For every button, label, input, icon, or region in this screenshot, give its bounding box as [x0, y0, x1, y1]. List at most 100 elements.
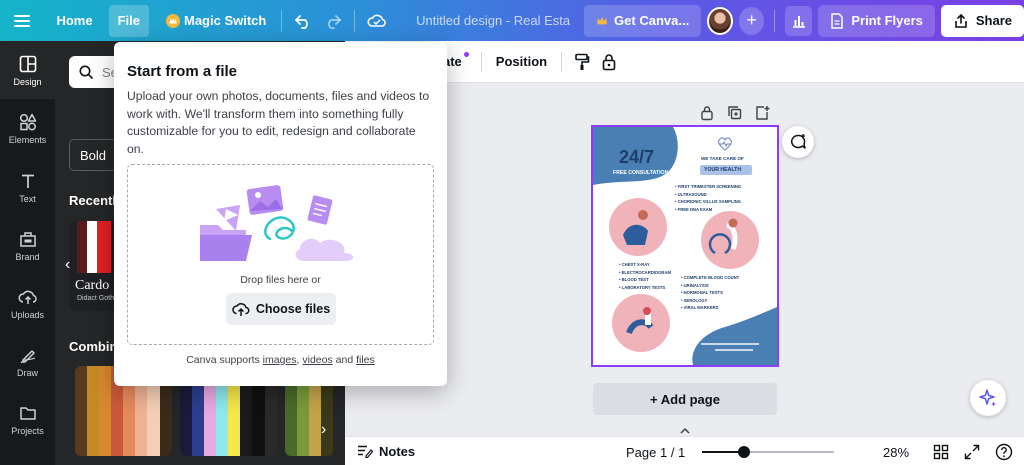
- list-item: • ULTRASOUND: [675, 191, 707, 197]
- files-link[interactable]: files: [356, 354, 375, 366]
- get-canva-pro-button[interactable]: Get Canva...: [584, 4, 702, 37]
- list-item: • CHORIONIC VILLUS SAMPLING: [675, 199, 741, 205]
- list-item: • BLOOD TEST: [619, 277, 649, 283]
- notes-label: Notes: [379, 443, 416, 459]
- choose-files-button[interactable]: Choose files: [226, 293, 336, 325]
- avatar[interactable]: [707, 6, 733, 35]
- crown-icon: [597, 16, 607, 24]
- list-item: • LABORATORY TESTS: [619, 284, 666, 290]
- help-icon[interactable]: [995, 443, 1013, 461]
- list-item: • SEROLOGY: [681, 297, 708, 303]
- rail-item-projects[interactable]: Projects: [0, 404, 55, 436]
- lock-icon[interactable]: [602, 53, 616, 71]
- chevron-left-icon[interactable]: ‹: [65, 256, 70, 274]
- separator: and: [332, 354, 357, 366]
- rail-label: Draw: [16, 368, 38, 378]
- zoom-level[interactable]: 28%: [883, 445, 909, 460]
- fullscreen-icon[interactable]: [964, 444, 980, 460]
- share-button[interactable]: Share: [940, 4, 1024, 37]
- notes-button[interactable]: Notes: [357, 444, 415, 459]
- text-icon: [21, 174, 34, 188]
- flyer-contact-line: [715, 349, 753, 351]
- zoom-slider[interactable]: [702, 446, 834, 458]
- rail-item-text[interactable]: Text: [0, 172, 55, 204]
- divider: [774, 9, 776, 32]
- design-icon: [19, 55, 36, 73]
- magic-switch-button[interactable]: Magic Switch: [157, 5, 275, 37]
- lock-icon[interactable]: [700, 105, 714, 121]
- rail-item-elements[interactable]: Elements: [0, 113, 55, 145]
- rail-label: Brand: [15, 252, 40, 262]
- magic-assistant-button[interactable]: [970, 380, 1006, 416]
- document-icon: [831, 12, 844, 29]
- add-comment-button[interactable]: [782, 126, 814, 158]
- divider: [561, 51, 563, 72]
- position-button[interactable]: Position: [496, 54, 547, 69]
- crown-icon: [166, 13, 180, 28]
- main-menu-button[interactable]: [0, 5, 43, 37]
- images-link[interactable]: images: [263, 354, 297, 366]
- font-combo-sub: Didact Goth: [77, 295, 114, 302]
- swatch: [75, 366, 87, 456]
- upload-illustration: [200, 185, 354, 261]
- sparkle-icon: [979, 389, 996, 407]
- rail-item-brand[interactable]: Brand: [0, 230, 55, 262]
- bar-chart-icon: [792, 15, 805, 28]
- swatch: [99, 366, 111, 456]
- folder-icon: [19, 407, 36, 420]
- new-badge-dot: [463, 52, 469, 57]
- file-menu-button[interactable]: File: [108, 4, 149, 37]
- file-dropzone[interactable]: Drop files here or Choose files: [127, 164, 434, 345]
- divider: [354, 9, 356, 32]
- hamburger-icon: [13, 14, 30, 27]
- page-indicator[interactable]: Page 1 / 1: [626, 445, 685, 460]
- duplicate-page-icon[interactable]: [727, 105, 742, 121]
- share-label: Share: [975, 13, 1013, 28]
- flyer-headline: 24/7: [619, 147, 655, 167]
- design-page[interactable]: 24/7 FREE CONSULTATION WE TAKE CARE OF Y…: [591, 125, 779, 367]
- drop-files-text: Drop files here or: [240, 274, 321, 286]
- flyer-list-2: • CHEST X-RAY • ELECTROCARDIOGRAM • BLOO…: [619, 261, 671, 291]
- flyer-contact-line: [701, 343, 759, 345]
- add-collaborator-button[interactable]: +: [738, 6, 765, 35]
- grid-view-icon[interactable]: [933, 444, 949, 460]
- paint-roller-icon[interactable]: [574, 53, 590, 71]
- redo-icon: [328, 14, 342, 29]
- list-item: • FREE DNA EXAM: [675, 206, 713, 212]
- plus-icon: +: [746, 10, 757, 30]
- undo-icon: [295, 14, 309, 29]
- zoom-slider-knob[interactable]: [738, 446, 751, 458]
- font-combo-card[interactable]: Cardo Didact Goth: [69, 221, 117, 311]
- design-title[interactable]: Untitled design - Real Estate ...: [407, 5, 570, 37]
- list-item: • COMPLETE BLOOD COUNT: [681, 275, 740, 280]
- rail-item-uploads[interactable]: Uploads: [0, 288, 55, 320]
- cloud-icon: [367, 14, 386, 27]
- save-status-button[interactable]: [361, 5, 393, 37]
- heart-pulse-icon: [718, 137, 732, 151]
- rail-item-draw[interactable]: Draw: [0, 346, 55, 378]
- undo-button[interactable]: [288, 5, 318, 37]
- top-bar: Home File Magic Switch Untitled design -…: [0, 0, 1024, 41]
- popover-title: Start from a file: [127, 63, 238, 80]
- font-combo-name: Cardo: [75, 278, 110, 293]
- rail-item-design[interactable]: Design: [0, 41, 55, 99]
- print-flyers-button[interactable]: Print Flyers: [818, 4, 935, 37]
- add-page-icon[interactable]: [755, 105, 770, 121]
- videos-link[interactable]: videos: [302, 354, 332, 366]
- choose-files-label: Choose files: [255, 302, 331, 316]
- home-button[interactable]: Home: [47, 5, 101, 37]
- flyer-list-1: • FIRST TRIMESTER SCREENING • ULTRASOUND…: [675, 183, 741, 213]
- style-chip-bold[interactable]: Bold: [69, 139, 117, 171]
- redo-button[interactable]: [318, 5, 348, 37]
- list-item: • VIRAL MARKERS: [681, 305, 719, 311]
- add-page-button[interactable]: + Add page: [593, 383, 777, 415]
- flyer-list-3: • COMPLETE BLOOD COUNT • URINALYSIS • HO…: [681, 274, 739, 312]
- rail-label: Text: [19, 194, 36, 204]
- list-item: • CHEST X-RAY: [619, 262, 650, 267]
- insights-button[interactable]: [785, 5, 813, 36]
- magic-switch-label: Magic Switch: [184, 13, 267, 28]
- list-item: • HORMONAL TESTS: [681, 290, 723, 296]
- supported-types-text: Canva supports images, videos and files: [114, 354, 447, 366]
- chevron-right-icon[interactable]: ›: [321, 421, 326, 439]
- chevron-up-icon[interactable]: [679, 427, 691, 435]
